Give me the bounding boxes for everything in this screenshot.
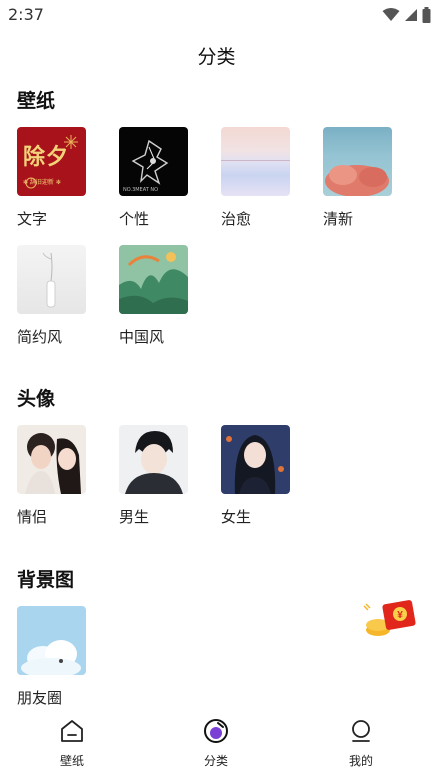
category-label: 朋友圈 xyxy=(17,689,63,707)
thumb-personality: NO.3MEAT NO xyxy=(119,127,188,196)
cloud-icon xyxy=(21,640,81,675)
page-title: 分类 xyxy=(197,46,236,68)
category-label: 男生 xyxy=(119,508,150,526)
blossom-tree-icon xyxy=(325,165,389,196)
category-item-fresh[interactable]: 清新 xyxy=(323,127,413,229)
thumb-text-subtitle: ✻ 辞旧迎新 ✻ xyxy=(23,179,61,186)
thumb-female xyxy=(221,425,290,494)
thumb-fresh xyxy=(323,127,392,196)
wifi-icon xyxy=(382,8,400,21)
category-item-male[interactable]: 男生 xyxy=(119,425,209,527)
category-item-female[interactable]: 女生 xyxy=(221,425,311,527)
status-icons xyxy=(382,6,431,24)
category-item-text[interactable]: 除夕 ✻ 辞旧迎新 ✻ 文字 xyxy=(17,127,107,229)
category-item-healing[interactable]: 治愈 xyxy=(221,127,311,229)
vase-icon xyxy=(42,252,56,308)
thumb-minimal xyxy=(17,245,86,314)
thumb-male xyxy=(119,425,188,494)
category-label: 文字 xyxy=(17,210,48,228)
nav-item-category[interactable]: 分类 xyxy=(176,718,256,769)
female-avatar-icon xyxy=(226,435,284,494)
home-icon xyxy=(61,720,83,742)
redpacket-symbol: ¥ xyxy=(397,610,403,621)
category-label: 情侣 xyxy=(17,508,48,526)
horizon-line xyxy=(221,160,290,161)
nav-item-profile[interactable]: 我的 xyxy=(321,718,401,769)
thumb-text: 除夕 ✻ 辞旧迎新 ✻ xyxy=(17,127,86,196)
profile-icon xyxy=(352,720,370,742)
status-bar: 2:37 xyxy=(0,0,433,30)
category-item-moments[interactable]: 朋友圈 xyxy=(17,606,107,708)
couple-avatar-icon xyxy=(25,433,81,494)
category-item-chinese[interactable]: 中国风 xyxy=(119,245,209,347)
category-label: 治愈 xyxy=(221,210,252,228)
section-title-avatar: 头像 xyxy=(17,388,56,410)
nav-label: 我的 xyxy=(348,754,373,768)
nav-label: 分类 xyxy=(203,754,228,768)
category-icon xyxy=(204,719,228,743)
category-label: 个性 xyxy=(119,210,150,228)
section-title-wallpaper: 壁纸 xyxy=(17,90,56,112)
signal-icon xyxy=(405,9,417,21)
abstract-art-icon xyxy=(131,139,169,185)
battery-icon xyxy=(422,7,431,23)
category-label: 简约风 xyxy=(17,328,63,346)
section-title-background: 背景图 xyxy=(17,569,75,591)
thumb-couple xyxy=(17,425,86,494)
thumb-moments xyxy=(17,606,86,675)
thumb-healing xyxy=(221,127,290,196)
category-label: 清新 xyxy=(323,210,354,228)
category-item-minimal[interactable]: 简约风 xyxy=(17,245,107,347)
male-avatar-icon xyxy=(125,431,183,494)
chinese-landscape-icon xyxy=(119,252,188,314)
status-time: 2:37 xyxy=(8,5,44,24)
redpacket-button[interactable]: ¥ xyxy=(362,598,420,640)
category-label: 女生 xyxy=(221,508,252,526)
category-label: 中国风 xyxy=(119,328,165,346)
nav-label: 壁纸 xyxy=(59,754,84,768)
thumb-text-title: 除夕 xyxy=(23,144,70,170)
thumb-chinese xyxy=(119,245,188,314)
thumb-personality-caption: NO.3MEAT NO xyxy=(123,187,159,193)
bottom-nav: 壁纸 分类 我的 xyxy=(0,708,433,769)
category-item-personality[interactable]: NO.3MEAT NO 个性 xyxy=(119,127,209,229)
nav-item-wallpaper[interactable]: 壁纸 xyxy=(32,718,112,769)
category-item-couple[interactable]: 情侣 xyxy=(17,425,107,527)
redpacket-icon: ¥ xyxy=(363,600,416,636)
